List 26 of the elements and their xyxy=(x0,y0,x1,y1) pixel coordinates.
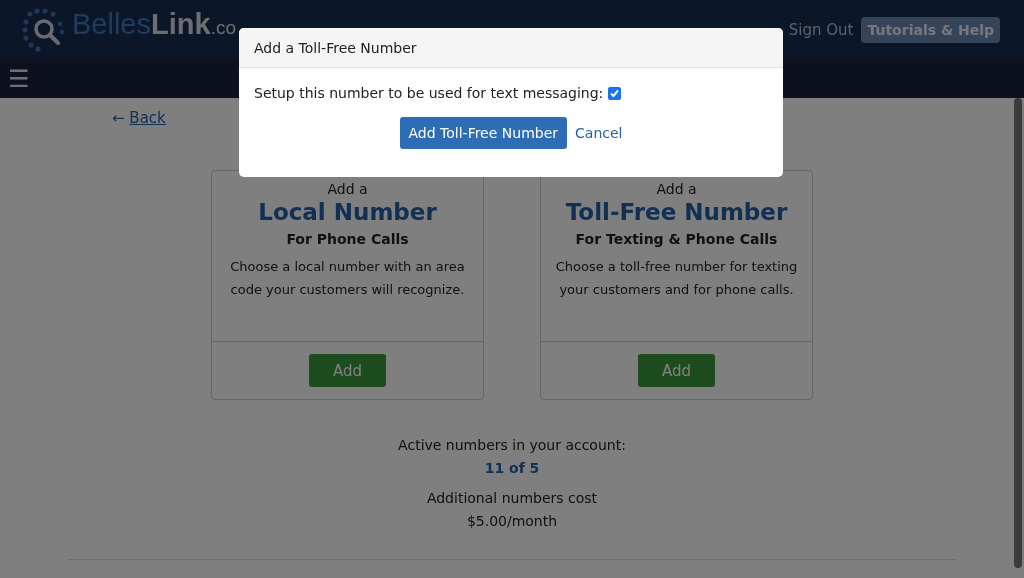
card-title: Local Number xyxy=(257,199,438,225)
add-button[interactable]: Add xyxy=(309,354,386,387)
active-numbers-label: Active numbers in your account: xyxy=(397,436,627,455)
logo-text: .co xyxy=(210,17,236,39)
card-description: Choose a toll-free number for texting your customers and for phone calls. xyxy=(554,258,799,299)
card-intro: Add a xyxy=(326,181,369,197)
cancel-link[interactable]: Cancel xyxy=(575,125,623,141)
logo-text: Link xyxy=(151,8,211,41)
header-link[interactable]: Sign Out xyxy=(788,21,854,39)
checkbox[interactable] xyxy=(608,86,622,100)
card-subtitle: For Texting & Phone Calls xyxy=(574,231,779,247)
menu-icon[interactable]: ☰ xyxy=(8,67,30,91)
active-numbers-count: 11 of 5 xyxy=(483,459,541,478)
card-description: Choose a local number with an area code your customers will recognize. xyxy=(229,258,466,299)
card-title: Toll-Free Number xyxy=(564,199,789,225)
cost-value: $5.00/month xyxy=(465,512,559,531)
help-button[interactable]: Tutorials & Help xyxy=(861,17,1000,43)
add-button[interactable]: Add xyxy=(638,354,715,387)
modal-title: Add a Toll-Free Number xyxy=(254,39,417,56)
card-subtitle: For Phone Calls xyxy=(285,231,410,247)
scrollbar[interactable] xyxy=(1014,98,1022,568)
back-link[interactable]: ← Back xyxy=(112,109,166,127)
cost-label: Additional numbers cost xyxy=(425,489,599,508)
add-toll-free-button[interactable]: Add Toll-Free Number xyxy=(399,117,568,149)
checkbox-label: Setup this number to be used for text messaging: xyxy=(254,85,604,101)
card-intro: Add a xyxy=(655,181,698,197)
